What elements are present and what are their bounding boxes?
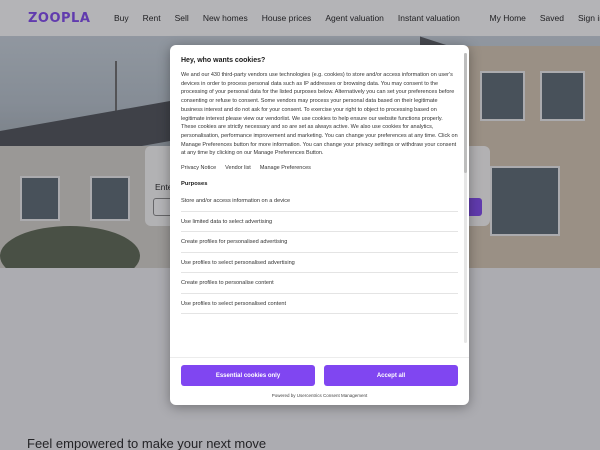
- cookie-modal-links: Privacy Notice Vendor list Manage Prefer…: [181, 165, 458, 171]
- cookie-modal-footer: Essential cookies only Accept all Powere…: [170, 357, 469, 405]
- purposes-heading: Purposes: [181, 181, 208, 188]
- accept-all-button[interactable]: Accept all: [324, 365, 458, 386]
- cookie-modal-scroll-area[interactable]: Hey, who wants cookies? We and our 430 t…: [170, 45, 469, 357]
- purpose-item[interactable]: Use profiles to select personalised cont…: [181, 294, 458, 315]
- purpose-item[interactable]: Use profiles to select personalised adve…: [181, 253, 458, 274]
- cookie-consent-modal: Hey, who wants cookies? We and our 430 t…: [170, 45, 469, 405]
- cookie-modal-title: Hey, who wants cookies?: [181, 57, 266, 64]
- essential-cookies-button[interactable]: Essential cookies only: [181, 365, 315, 386]
- purpose-item[interactable]: Store and/or access information on a dev…: [181, 191, 458, 212]
- purpose-item[interactable]: Use limited data to select advertising: [181, 212, 458, 233]
- privacy-notice-link[interactable]: Privacy Notice: [181, 165, 216, 171]
- modal-scrollbar-thumb[interactable]: [464, 53, 467, 173]
- powered-by-text: Powered by Usercentrics Consent Manageme…: [271, 393, 368, 398]
- cookie-modal-body: We and our 430 third-party vendors use t…: [181, 72, 458, 157]
- purpose-item[interactable]: Create profiles for personalised adverti…: [181, 232, 458, 253]
- vendor-list-link[interactable]: Vendor list: [225, 165, 251, 171]
- purpose-item[interactable]: Create profiles to personalise content: [181, 273, 458, 294]
- manage-preferences-link[interactable]: Manage Preferences: [260, 165, 311, 171]
